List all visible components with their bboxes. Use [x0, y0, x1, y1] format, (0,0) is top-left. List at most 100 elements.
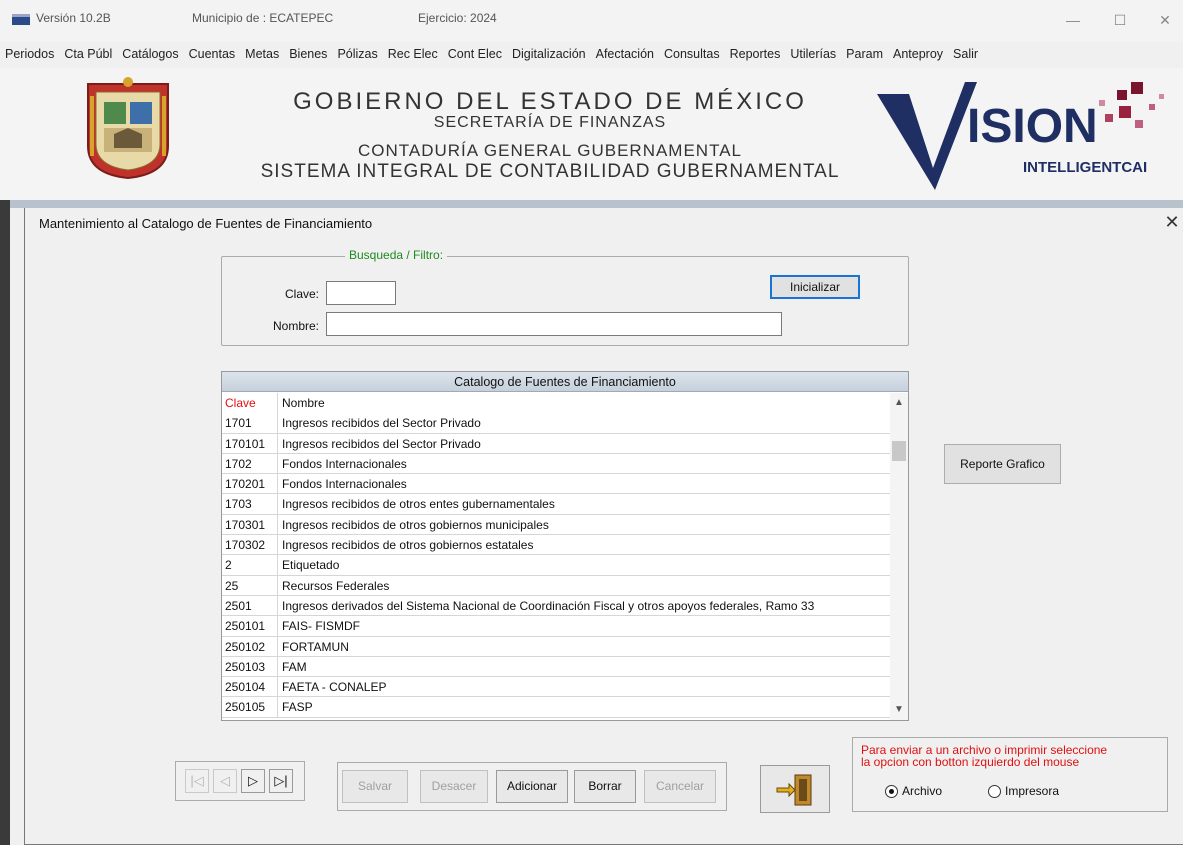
- cell-clave: 25: [222, 575, 278, 595]
- cell-nombre: Fondos Internacionales: [282, 477, 407, 492]
- column-header-nombre: Nombre: [282, 396, 325, 410]
- salvar-button[interactable]: Salvar: [342, 770, 408, 803]
- table-row[interactable]: 250103 FAM: [222, 656, 890, 678]
- adicionar-button[interactable]: Adicionar: [496, 770, 568, 803]
- cell-clave: 250105: [222, 697, 278, 717]
- catalog-table[interactable]: Catalogo de Fuentes de Financiamiento Cl…: [221, 371, 909, 721]
- cell-clave: 170302: [222, 535, 278, 555]
- last-record-icon[interactable]: ▷|: [269, 769, 293, 793]
- cell-clave: 1702: [222, 453, 278, 474]
- menu-cuentas[interactable]: Cuentas: [184, 42, 241, 66]
- logo-text-intelligent: INTELLIGENTCAI: [1023, 159, 1147, 176]
- nombre-input[interactable]: [326, 312, 782, 336]
- menu-consultas[interactable]: Consultas: [659, 42, 725, 66]
- menu-param[interactable]: Param: [841, 42, 888, 66]
- close-window-button[interactable]: ✕: [1145, 8, 1183, 32]
- table-row[interactable]: 2501 Ingresos derivados del Sistema Nacio…: [222, 595, 890, 617]
- menu-cta-publ[interactable]: Cta Públ: [59, 42, 117, 66]
- impresora-radio[interactable]: Impresora: [988, 784, 1059, 798]
- menu-afectacion[interactable]: Afectación: [591, 42, 659, 66]
- dialog-title: Mantenimiento al Catalogo de Fuentes de …: [39, 216, 373, 231]
- menu-utilerias[interactable]: Utilerías: [785, 42, 841, 66]
- exit-button[interactable]: [760, 765, 830, 813]
- table-scrollbar[interactable]: ▲ ▼: [890, 393, 908, 720]
- clave-label: Clave:: [285, 287, 320, 301]
- vision-intelligent-logo: ISION INTELLIGENTCAI: [877, 82, 1164, 190]
- cell-nombre: Ingresos recibidos del Sector Privado: [282, 436, 481, 451]
- table-row[interactable]: 250101 FAIS- FISMDF: [222, 616, 890, 637]
- cell-nombre: FASP: [282, 700, 313, 715]
- menu-bar: Periodos Cta Públ Catálogos Cuentas Meta…: [0, 42, 1183, 66]
- print-instructions-line-2: la opcion con botton izquierdo del mouse: [861, 755, 1080, 769]
- app-window: Versión 10.2B Municipio de : ECATEPEC Ej…: [0, 0, 1183, 845]
- table-title: Catalogo de Fuentes de Financiamiento: [222, 372, 908, 392]
- menu-anteproy[interactable]: Anteproy: [888, 42, 948, 66]
- menu-salir[interactable]: Salir: [948, 42, 983, 66]
- scroll-up-icon[interactable]: ▲: [890, 395, 908, 411]
- record-actions-group: Salvar Desacer Adicionar Borrar Cancelar: [337, 762, 727, 811]
- table-row[interactable]: 1701 Ingresos recibidos del Sector Privad…: [222, 413, 890, 434]
- impresora-radio-label: Impresora: [1005, 784, 1060, 798]
- archivo-radio-label: Archivo: [902, 784, 943, 798]
- ejercicio-label: Ejercicio: 2024: [418, 11, 497, 25]
- table-row[interactable]: 1702 Fondos Internacionales: [222, 453, 890, 475]
- table-row[interactable]: 2 Etiquetado: [222, 555, 890, 576]
- cell-nombre: Fondos Internacionales: [282, 456, 407, 471]
- title-bar: Versión 10.2B Municipio de : ECATEPEC Ej…: [0, 0, 1183, 42]
- cell-clave: 170101: [222, 433, 278, 453]
- clave-input[interactable]: [326, 281, 396, 305]
- previous-record-icon[interactable]: ◁: [213, 769, 237, 793]
- impresora-radio-indicator: [988, 784, 1001, 798]
- scroll-thumb[interactable]: [892, 441, 906, 461]
- dialog-close-button[interactable]: ✕: [1161, 212, 1183, 233]
- cell-clave: 170301: [222, 514, 278, 535]
- menu-polizas[interactable]: Pólizas: [332, 42, 382, 66]
- cancelar-button[interactable]: Cancelar: [644, 770, 716, 803]
- menu-rec-elec[interactable]: Rec Elec: [383, 42, 443, 66]
- table-header-row: Clave Nombre: [222, 393, 890, 414]
- menu-digitalizacion[interactable]: Digitalización: [507, 42, 591, 66]
- table-row[interactable]: 250104 FAETA - CONALEP: [222, 677, 890, 698]
- cell-nombre: FORTAMUN: [282, 639, 349, 654]
- table-row[interactable]: 170301 Ingresos recibidos de otros gobier…: [222, 514, 890, 536]
- desacer-button[interactable]: Desacer: [420, 770, 488, 803]
- table-row[interactable]: 170201 Fondos Internacionales: [222, 474, 890, 495]
- table-body: Clave Nombre 1701 Ingresos recibidos del …: [222, 393, 890, 720]
- menu-periodos[interactable]: Periodos: [0, 42, 59, 66]
- menu-bienes[interactable]: Bienes: [284, 42, 332, 66]
- cell-nombre: Ingresos recibidos de otros gobiernos es…: [282, 538, 534, 553]
- menu-reportes[interactable]: Reportes: [725, 42, 786, 66]
- inicializar-button[interactable]: Inicializar: [770, 275, 860, 299]
- cell-clave: 2501: [222, 595, 278, 616]
- minimize-button[interactable]: —: [1053, 8, 1093, 32]
- table-row[interactable]: 250102 FORTAMUN: [222, 636, 890, 657]
- table-row[interactable]: 170101 Ingresos recibidos del Sector Priv…: [222, 433, 890, 454]
- exit-door-icon: [776, 774, 812, 806]
- table-row[interactable]: 1703 Ingresos recibidos de otros entes gu…: [222, 494, 890, 515]
- table-row[interactable]: 250105 FASP: [222, 697, 890, 718]
- next-record-icon[interactable]: ▷: [241, 769, 265, 793]
- cell-clave: 2: [222, 555, 278, 575]
- reporte-grafico-button[interactable]: Reporte Grafico: [944, 444, 1061, 484]
- scroll-down-icon[interactable]: ▼: [890, 702, 908, 718]
- cell-clave: 250104: [222, 677, 278, 697]
- cell-nombre: Recursos Federales: [282, 578, 390, 593]
- cell-clave: 250103: [222, 656, 278, 677]
- cell-nombre: FAM: [282, 659, 307, 674]
- archivo-radio[interactable]: Archivo: [885, 784, 942, 798]
- catalog-dialog: Mantenimiento al Catalogo de Fuentes de …: [24, 208, 1183, 845]
- column-header-clave: Clave: [222, 393, 278, 414]
- maximize-button[interactable]: ☐: [1100, 8, 1140, 32]
- search-filter-legend: Busqueda / Filtro:: [345, 248, 448, 262]
- cell-nombre: Ingresos recibidos de otros entes gubern…: [282, 497, 555, 512]
- menu-catalogos[interactable]: Catálogos: [117, 42, 183, 66]
- table-row[interactable]: 25 Recursos Federales: [222, 575, 890, 596]
- table-row[interactable]: 170302 Ingresos recibidos de otros gobier…: [222, 535, 890, 556]
- archivo-radio-indicator: [885, 784, 898, 798]
- menu-cont-elec[interactable]: Cont Elec: [443, 42, 507, 66]
- banner-divider: [10, 200, 1183, 208]
- menu-metas[interactable]: Metas: [240, 42, 284, 66]
- cell-nombre: Ingresos derivados del Sistema Nacional …: [282, 598, 815, 613]
- first-record-icon[interactable]: |◁: [185, 769, 209, 793]
- borrar-button[interactable]: Borrar: [574, 770, 636, 803]
